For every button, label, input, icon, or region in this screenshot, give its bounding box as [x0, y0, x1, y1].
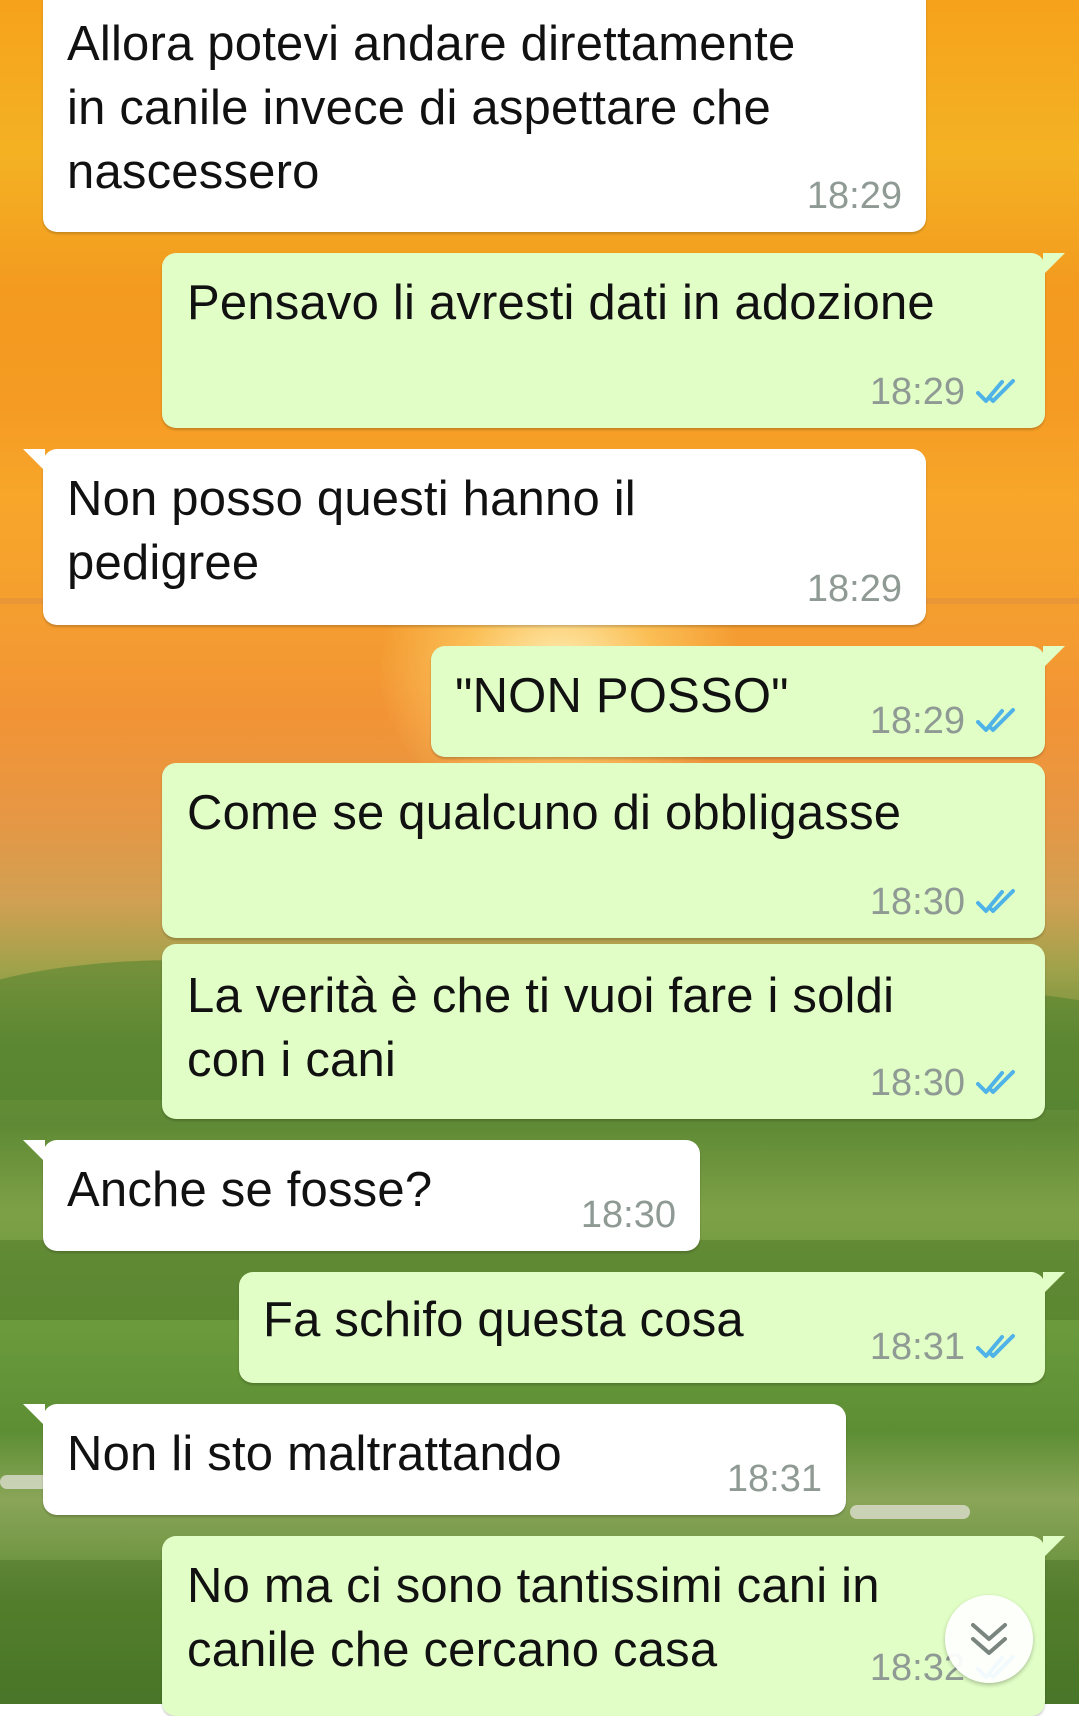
message-meta: 18:29	[870, 370, 1021, 414]
message-text: "NON POSSO"	[455, 669, 789, 723]
message-time: 18:29	[869, 699, 965, 742]
bubble-tail	[1043, 1272, 1065, 1294]
message-time: 18:30	[869, 1061, 965, 1104]
message-time: 18:29	[869, 370, 965, 413]
message-time: 18:29	[806, 567, 902, 610]
message-meta: 18:30	[870, 880, 1021, 924]
double-check-icon	[976, 1070, 1015, 1094]
bubble-tail	[23, 1140, 45, 1162]
message-text: Pensavo li avresti dati in adozione	[187, 276, 935, 330]
message-meta: 18:30	[870, 1061, 1021, 1105]
message-bubble-outgoing[interactable]: "NON POSSO" 18:29	[431, 646, 1065, 757]
message-text: La verità è che ti vuoi fare i soldi con…	[187, 969, 895, 1087]
message-meta: 18:30	[581, 1193, 676, 1237]
bubble-tail	[23, 449, 45, 471]
bubble-tail	[1043, 253, 1065, 275]
message-meta: 18:29	[807, 174, 902, 218]
message-bubble-outgoing[interactable]: Pensavo li avresti dati in adozione 18:2…	[162, 253, 1065, 428]
message-bubble-incoming[interactable]: Non posso questi hanno il pedigree 18:29	[23, 449, 926, 625]
message-text: Non posso questi hanno il pedigree	[67, 472, 636, 590]
message-time: 18:31	[726, 1457, 822, 1500]
message-bubble-incoming[interactable]: Non li sto maltrattando 18:31	[23, 1404, 846, 1515]
message-meta: 18:31	[870, 1325, 1021, 1369]
message-bubble-outgoing[interactable]: Fa schifo questa cosa 18:31	[239, 1272, 1065, 1383]
bubble-tail	[1043, 1536, 1065, 1558]
double-check-icon	[976, 1334, 1015, 1358]
bubble-tail	[1043, 646, 1065, 668]
message-bubble-outgoing[interactable]: No ma ci sono tantissimi cani in canile …	[162, 1536, 1065, 1716]
double-check-icon	[976, 379, 1015, 403]
message-text: No ma ci sono tantissimi cani in canile …	[187, 1559, 880, 1677]
message-bubble-incoming[interactable]: Allora potevi andare direttamente in can…	[43, 0, 926, 232]
message-text: Anche se fosse?	[67, 1163, 433, 1217]
message-meta: 18:29	[807, 567, 902, 611]
bubble-tail	[23, 1404, 45, 1426]
message-bubble-incoming[interactable]: Anche se fosse? 18:30	[23, 1140, 700, 1251]
double-check-icon	[976, 889, 1015, 913]
double-check-icon	[976, 708, 1015, 732]
message-time: 18:30	[580, 1193, 676, 1236]
message-meta: 18:29	[870, 699, 1021, 743]
message-list[interactable]: Allora potevi andare direttamente in can…	[0, 0, 1079, 1716]
message-text: Fa schifo questa cosa	[263, 1293, 744, 1347]
message-text: Allora potevi andare direttamente in can…	[67, 17, 796, 199]
message-meta: 18:31	[727, 1457, 822, 1501]
double-chevron-down-icon	[971, 1623, 1007, 1655]
message-bubble-outgoing[interactable]: Come se qualcuno di obbligasse 18:30	[162, 763, 1045, 938]
message-time: 18:31	[869, 1325, 965, 1368]
scroll-to-bottom-button[interactable]	[945, 1595, 1033, 1683]
message-time: 18:30	[869, 880, 965, 923]
message-text: Non li sto maltrattando	[67, 1427, 562, 1481]
message-bubble-outgoing[interactable]: La verità è che ti vuoi fare i soldi con…	[162, 944, 1045, 1119]
message-time: 18:29	[806, 174, 902, 217]
message-text: Come se qualcuno di obbligasse	[187, 786, 902, 840]
